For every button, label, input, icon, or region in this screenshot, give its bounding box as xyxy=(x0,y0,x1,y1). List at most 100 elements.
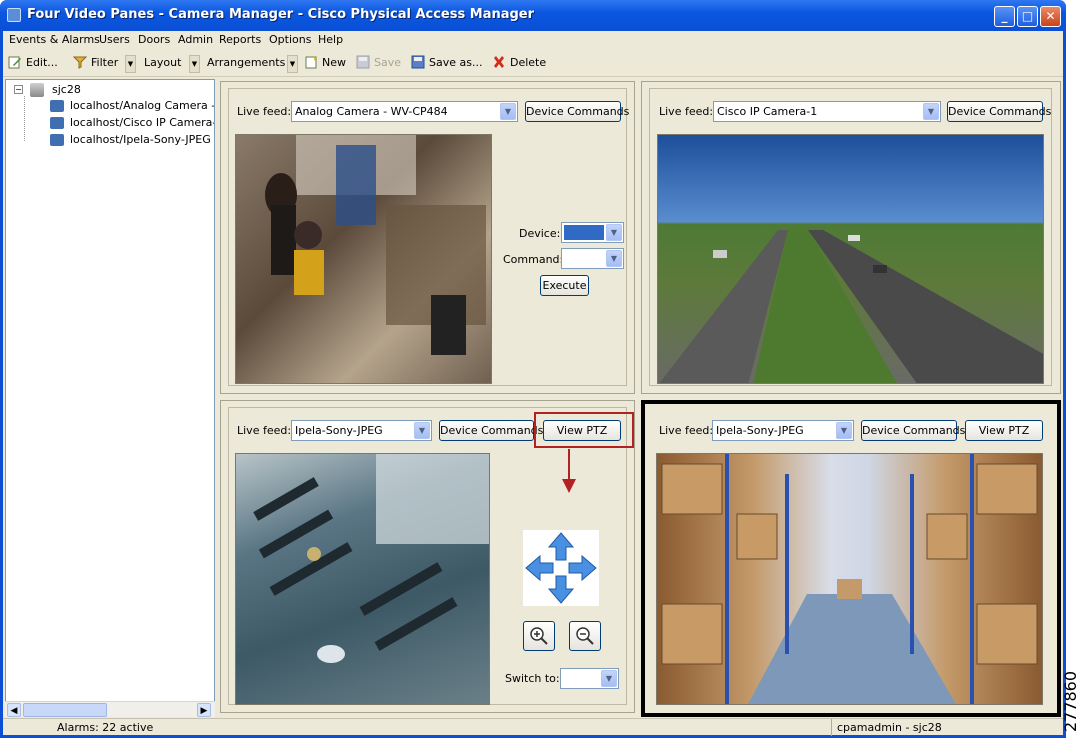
delete-button[interactable]: Delete xyxy=(510,56,546,69)
minimize-button[interactable]: _ xyxy=(994,6,1015,27)
tree-item-label: localhost/Ipela-Sony-JPEG - Ip xyxy=(70,133,214,146)
video-feed-store xyxy=(235,134,492,384)
camera-icon xyxy=(50,117,64,129)
figure-number-label: 277860 xyxy=(1061,670,1081,733)
camera-icon xyxy=(50,134,64,146)
filter-button[interactable]: Filter xyxy=(91,56,118,69)
tree-root-label: sjc28 xyxy=(52,83,81,96)
chevron-down-icon[interactable]: ▼ xyxy=(601,670,617,687)
live-feed-label: Live feed: xyxy=(237,424,292,437)
menu-options[interactable]: Options xyxy=(269,33,311,46)
chevron-down-icon[interactable]: ▼ xyxy=(500,103,516,120)
chevron-down-icon[interactable]: ▼ xyxy=(414,422,430,439)
command-select[interactable]: ▼ xyxy=(561,248,624,269)
filter-dropdown-arrow[interactable]: ▼ xyxy=(125,55,136,73)
video-pane-1[interactable]: Live feed: Analog Camera - WV-CP484 ▼ Dev… xyxy=(220,81,635,394)
video-feed-warehouse xyxy=(656,453,1043,705)
status-bar: Alarms: 22 active cpamadmin - sjc28 xyxy=(3,718,1063,736)
zoom-out-button[interactable] xyxy=(569,621,601,651)
filter-icon xyxy=(73,56,87,69)
switch-to-select[interactable]: ▼ xyxy=(560,668,619,689)
zoom-out-icon xyxy=(576,627,594,645)
alarms-status[interactable]: Alarms: 22 active xyxy=(57,721,153,734)
lounge-scene-image xyxy=(253,454,489,663)
execute-button[interactable]: Execute xyxy=(540,275,589,296)
app-window: Four Video Panes - Camera Manager - Cisc… xyxy=(0,0,1066,738)
live-feed-select[interactable]: Cisco IP Camera-1 ▼ xyxy=(713,101,941,122)
tree-horizontal-scrollbar[interactable]: ◀ ▶ xyxy=(5,701,215,717)
status-divider xyxy=(831,719,832,736)
new-icon xyxy=(305,56,317,69)
save-as-icon xyxy=(411,55,425,69)
edit-button[interactable]: Edit... xyxy=(26,56,58,69)
toolbar: Edit... Filter ▼ Layout ▼ Arrangements ▼… xyxy=(3,51,1063,77)
video-feed-highway xyxy=(657,134,1044,384)
client-area: Events & Alarms Users Doors Admin Report… xyxy=(3,31,1063,736)
menu-admin[interactable]: Admin xyxy=(178,33,213,46)
video-pane-2[interactable]: Live feed: Cisco IP Camera-1 ▼ Device Com… xyxy=(641,81,1061,394)
menu-reports[interactable]: Reports xyxy=(219,33,261,46)
ptz-arrows-icon[interactable] xyxy=(523,530,599,606)
chevron-down-icon[interactable]: ▼ xyxy=(606,250,622,267)
chevron-down-icon[interactable]: ▼ xyxy=(923,103,939,120)
device-commands-button[interactable]: Device Commands xyxy=(861,420,965,441)
warehouse-scene-image xyxy=(661,454,1038,704)
new-button[interactable]: New xyxy=(322,56,346,69)
camera-icon xyxy=(50,100,64,112)
video-feed-lounge xyxy=(235,453,490,705)
switch-to-label: Switch to: xyxy=(505,672,560,685)
edit-icon xyxy=(8,56,21,69)
menu-help[interactable]: Help xyxy=(318,33,343,46)
save-as-button[interactable]: Save as... xyxy=(429,56,482,69)
tree-line xyxy=(24,96,25,141)
app-icon xyxy=(7,8,21,22)
ptz-control-pad[interactable] xyxy=(523,530,599,606)
save-button[interactable]: Save xyxy=(374,56,401,69)
title-bar[interactable]: Four Video Panes - Camera Manager - Cisc… xyxy=(0,0,1066,31)
live-feed-select[interactable]: Ipela-Sony-JPEG ▼ xyxy=(291,420,432,441)
device-label: Device: xyxy=(519,227,561,240)
arrangements-button[interactable]: Arrangements xyxy=(207,56,285,69)
live-feed-value: Ipela-Sony-JPEG xyxy=(716,424,804,437)
server-icon xyxy=(30,83,44,97)
maximize-button[interactable]: □ xyxy=(1017,6,1038,27)
highlight-box xyxy=(534,412,634,448)
scroll-right-icon[interactable]: ▶ xyxy=(197,703,211,717)
live-feed-select[interactable]: Ipela-Sony-JPEG ▼ xyxy=(712,420,854,441)
chevron-down-icon[interactable]: ▼ xyxy=(836,422,852,439)
video-pane-4[interactable]: Live feed: Ipela-Sony-JPEG ▼ Device Comma… xyxy=(641,400,1061,717)
layout-button[interactable]: Layout xyxy=(144,56,181,69)
tree-item[interactable]: localhost/Cisco IP Camera-1 - C xyxy=(34,116,214,132)
view-ptz-button[interactable]: View PTZ xyxy=(965,420,1043,441)
menu-events-alarms[interactable]: Events & Alarms xyxy=(9,33,100,46)
layout-dropdown-arrow[interactable]: ▼ xyxy=(189,55,200,73)
live-feed-select[interactable]: Analog Camera - WV-CP484 ▼ xyxy=(291,101,518,122)
device-commands-button[interactable]: Device Commands xyxy=(947,101,1051,122)
command-label: Command: xyxy=(503,253,564,266)
scroll-left-icon[interactable]: ◀ xyxy=(7,703,21,717)
scroll-thumb[interactable] xyxy=(23,703,107,717)
device-select[interactable]: ▼ xyxy=(561,222,624,243)
device-commands-button[interactable]: Device Commands xyxy=(525,101,629,122)
collapse-icon[interactable]: − xyxy=(14,85,23,94)
camera-tree: − sjc28 localhost/Analog Camera - WV loc… xyxy=(5,79,215,716)
figure-number: 277860 xyxy=(1061,668,1088,738)
live-feed-value: Cisco IP Camera-1 xyxy=(717,105,818,118)
device-commands-button[interactable]: Device Commands xyxy=(439,420,543,441)
tree-item[interactable]: localhost/Analog Camera - WV xyxy=(34,99,214,115)
window-title: Four Video Panes - Camera Manager - Cisc… xyxy=(27,7,535,22)
delete-icon xyxy=(494,56,504,68)
live-feed-value: Analog Camera - WV-CP484 xyxy=(295,105,448,118)
zoom-in-button[interactable] xyxy=(523,621,555,651)
tree-item[interactable]: localhost/Ipela-Sony-JPEG - Ip xyxy=(34,133,214,149)
menu-doors[interactable]: Doors xyxy=(138,33,170,46)
arrangements-dropdown-arrow[interactable]: ▼ xyxy=(287,55,298,73)
chevron-down-icon[interactable]: ▼ xyxy=(606,224,622,241)
down-arrow-annotation xyxy=(562,449,576,493)
highway-scene-image xyxy=(659,230,1043,383)
close-button[interactable]: ✕ xyxy=(1040,6,1061,27)
menu-users[interactable]: Users xyxy=(99,33,130,46)
video-pane-3[interactable]: Live feed: Ipela-Sony-JPEG ▼ Device Comma… xyxy=(220,400,635,713)
live-feed-label: Live feed: xyxy=(237,105,292,118)
live-feed-label: Live feed: xyxy=(659,105,714,118)
